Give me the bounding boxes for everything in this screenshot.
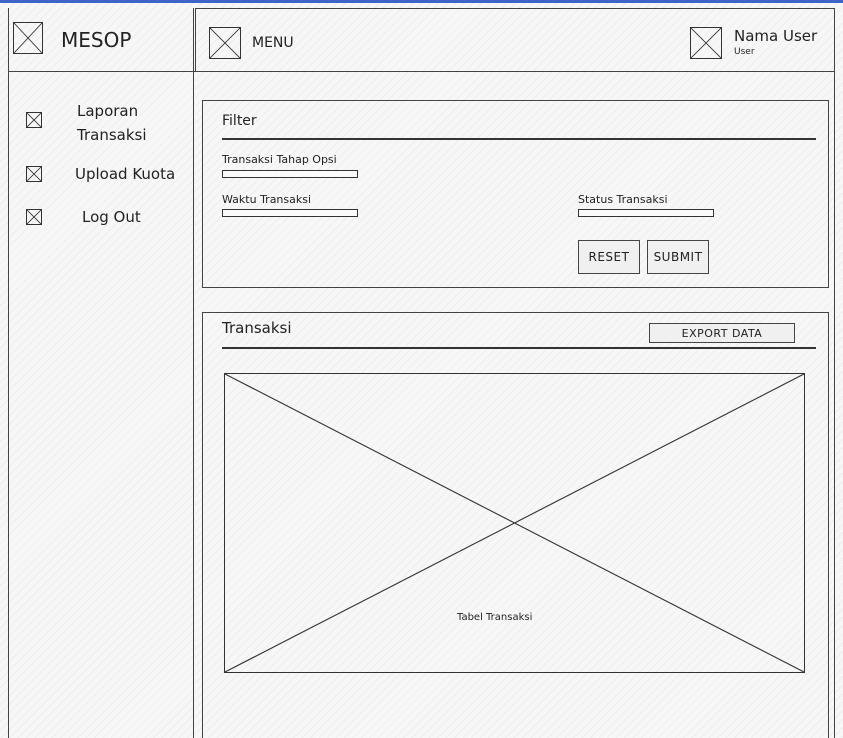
user-name[interactable]: Nama User (734, 27, 817, 45)
user-avatar-icon[interactable] (690, 27, 722, 59)
logout-icon (26, 209, 42, 225)
transaksi-title: Transaksi (222, 319, 292, 337)
logo-placeholder-icon (13, 22, 43, 54)
waktu-transaksi-input[interactable] (222, 209, 358, 217)
transaksi-panel: Transaksi EXPORT DATA Tabel Transaksi (202, 312, 829, 738)
sidebar-item-label: Upload Kuota (75, 165, 176, 183)
export-data-button[interactable]: EXPORT DATA (649, 323, 795, 343)
transaksi-table: Tabel Transaksi (224, 373, 805, 673)
transaksi-tahap-opsi-input[interactable] (222, 170, 358, 178)
sidebar-item-label: Log Out (82, 208, 141, 226)
table-placeholder-cross (225, 374, 804, 672)
filter-divider (222, 138, 816, 140)
sidebar-item-label: Laporan (77, 102, 139, 120)
filter-title: Filter (222, 113, 257, 129)
transaksi-tahap-opsi-label: Transaksi Tahap Opsi (222, 153, 337, 166)
transaksi-divider (222, 347, 816, 349)
status-transaksi-label: Status Transaksi (578, 193, 668, 206)
table-placeholder-label: Tabel Transaksi (457, 612, 533, 623)
brand-name: MESOP (61, 28, 132, 52)
user-role: User (734, 47, 755, 57)
reset-button[interactable]: RESET (578, 240, 640, 274)
sidebar-item-label: Transaksi (77, 126, 147, 144)
filter-panel: Filter Transaksi Tahap Opsi Waktu Transa… (202, 100, 829, 288)
top-bar: MENU Nama User User (195, 8, 835, 72)
sidebar: MESOP Laporan Transaksi Upload Kuota Log… (8, 8, 195, 738)
upload-icon (26, 166, 42, 182)
waktu-transaksi-label: Waktu Transaksi (222, 193, 312, 206)
menu-label[interactable]: MENU (252, 35, 294, 51)
window-top-border (0, 0, 843, 3)
report-icon (26, 112, 42, 128)
menu-icon[interactable] (209, 27, 241, 59)
main-content: Filter Transaksi Tahap Opsi Waktu Transa… (195, 72, 835, 738)
submit-button[interactable]: SUBMIT (647, 240, 709, 274)
brand-area: MESOP (9, 8, 195, 72)
status-transaksi-input[interactable] (578, 209, 714, 217)
